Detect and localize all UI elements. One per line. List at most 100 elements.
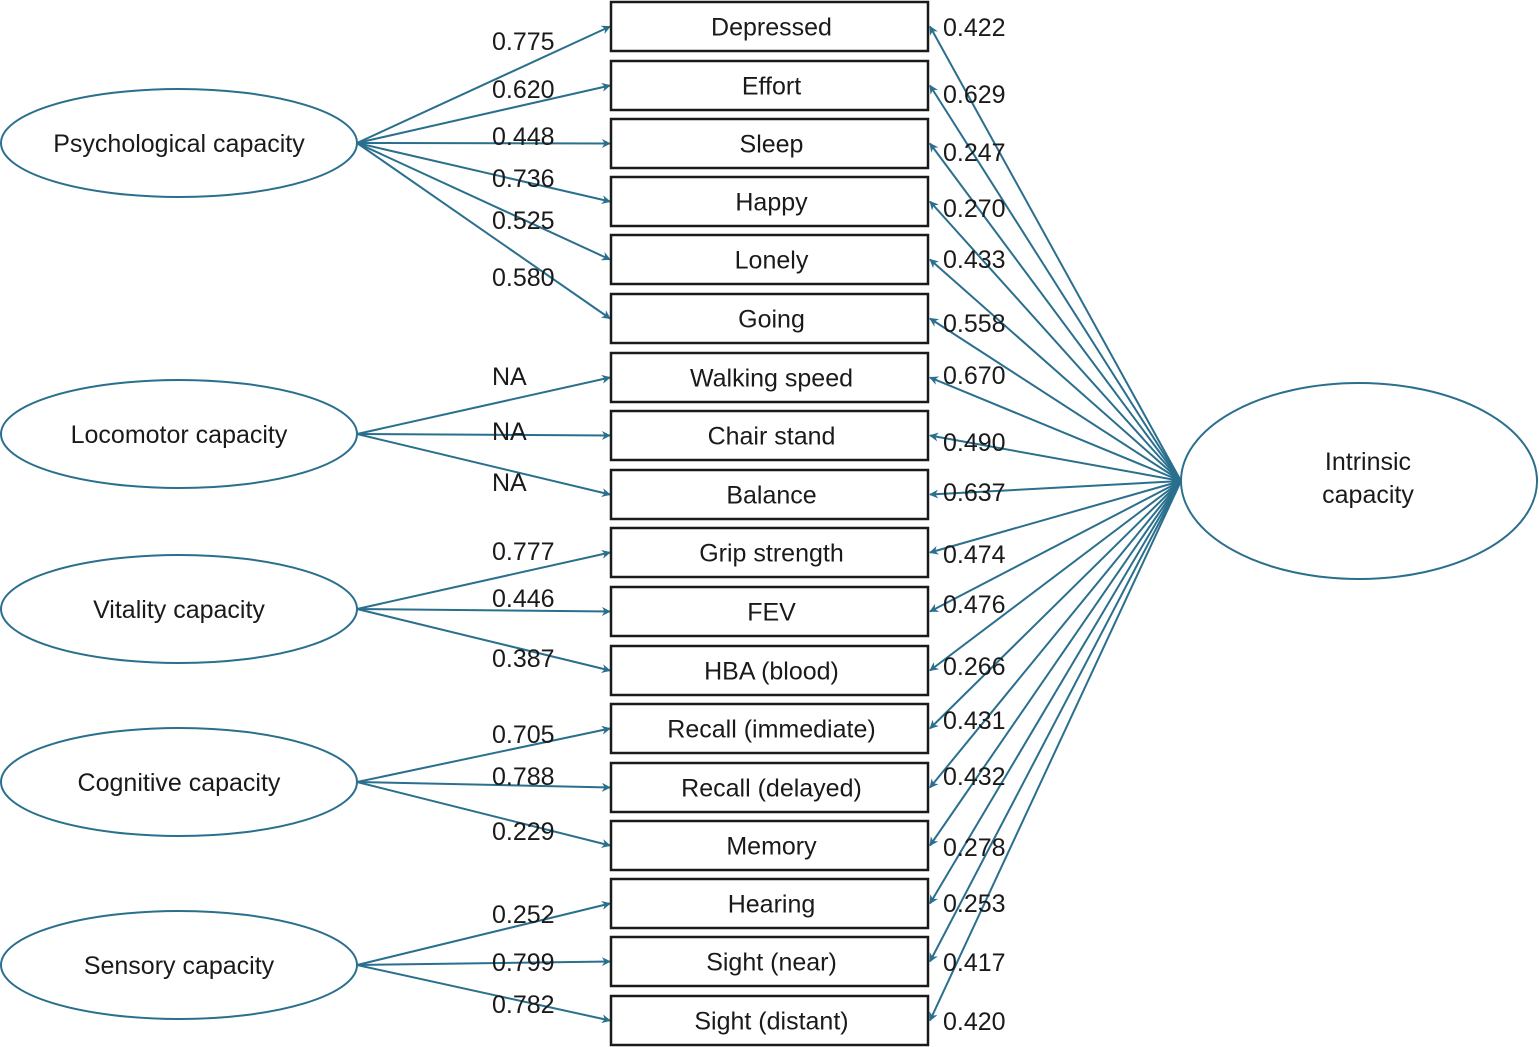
domain-loading-effort: 0.620 — [492, 76, 555, 104]
domain-loading-chair-stand: NA — [492, 418, 527, 446]
domain-edge-hba-blood — [356, 608, 611, 673]
general-loading-depressed: 0.422 — [943, 14, 1006, 42]
intrinsic-capacity-label-line2: capacity — [1322, 481, 1414, 509]
domain-edge-going — [356, 142, 611, 320]
domain-edge-lonely — [356, 142, 611, 261]
indicator-label-hba-blood: HBA (blood) — [704, 658, 839, 686]
domain-edge-memory — [356, 781, 611, 848]
general-loading-sight-distant: 0.420 — [943, 1008, 1006, 1036]
domain-edge-sight-distant — [356, 964, 611, 1024]
indicator-label-hearing: Hearing — [728, 891, 816, 919]
general-loading-effort: 0.629 — [943, 81, 1006, 109]
latent-factor-vital: Vitality capacity — [0, 554, 358, 664]
indicator-effort: Effort — [609, 59, 930, 112]
cog-label: Cognitive capacity — [78, 769, 281, 797]
general-loading-hba-blood: 0.266 — [943, 653, 1006, 681]
general-loading-recall-immediate: 0.431 — [943, 707, 1006, 735]
indicator-chair-stand: Chair stand — [609, 409, 930, 462]
domain-loading-grip-strength: 0.777 — [492, 538, 555, 566]
indicator-balance: Balance — [609, 468, 930, 521]
indicator-label-lonely: Lonely — [735, 247, 809, 275]
indicator-recall-delayed: Recall (delayed) — [609, 761, 930, 814]
indicator-hba-blood: HBA (blood) — [609, 644, 930, 697]
indicator-label-recall-delayed: Recall (delayed) — [681, 775, 862, 803]
intrinsic-capacity-label-line1: Intrinsic — [1325, 448, 1411, 476]
general-loading-fev: 0.476 — [943, 591, 1006, 619]
domain-edge-depressed — [356, 25, 611, 144]
general-loading-hearing: 0.253 — [943, 890, 1006, 918]
domain-loading-balance: NA — [492, 469, 527, 497]
latent-factor-psych: Psychological capacity — [0, 88, 358, 198]
indicator-label-happy: Happy — [735, 189, 808, 217]
indicator-label-depressed: Depressed — [711, 14, 832, 42]
domain-edge-balance — [356, 433, 611, 497]
general-edge-recall-delayed — [929, 480, 1182, 789]
domain-loading-recall-delayed: 0.788 — [492, 763, 555, 791]
general-loading-walking-speed: 0.670 — [943, 362, 1006, 390]
general-loading-sight-near: 0.417 — [943, 949, 1006, 977]
indicator-fev: FEV — [609, 585, 930, 638]
general-loading-grip-strength: 0.474 — [943, 541, 1006, 569]
domain-edge-walking-speed — [356, 374, 611, 435]
indicator-label-grip-strength: Grip strength — [699, 540, 844, 568]
latent-factor-ellipses: Psychological capacity Locomotor capacity… — [0, 88, 358, 1020]
domain-loading-edges — [356, 25, 611, 1024]
indicator-label-effort: Effort — [742, 73, 801, 101]
indicator-label-sleep: Sleep — [740, 131, 804, 159]
domain-loading-memory: 0.229 — [492, 818, 555, 846]
general-loading-lonely: 0.433 — [943, 246, 1006, 274]
indicator-boxes: Depressed Effort Sleep Happy Lonely Going Walk… — [609, 0, 930, 1047]
indicator-grip-strength: Grip strength — [609, 526, 930, 579]
indicator-label-going: Going — [738, 306, 805, 334]
general-loading-chair-stand: 0.490 — [943, 429, 1006, 457]
general-edge-hba-blood — [929, 480, 1182, 672]
domain-loading-depressed: 0.775 — [492, 28, 555, 56]
domain-edge-sleep — [356, 138, 611, 148]
domain-loading-hba-blood: 0.387 — [492, 645, 555, 673]
indicator-label-walking-speed: Walking speed — [690, 365, 853, 393]
general-loading-balance: 0.637 — [943, 479, 1006, 507]
domain-loading-sleep: 0.448 — [492, 123, 555, 151]
domain-edge-effort — [356, 82, 611, 144]
general-loading-happy: 0.270 — [943, 195, 1006, 223]
indicator-walking-speed: Walking speed — [609, 351, 930, 404]
domain-loading-labels: 0.775 0.620 0.448 0.736 0.525 0.580 NA NA NA 0.77… — [492, 28, 555, 1019]
indicator-sleep: Sleep — [609, 117, 930, 170]
indicator-label-memory: Memory — [726, 833, 817, 861]
indicator-label-recall-immediate: Recall (immediate) — [667, 716, 875, 744]
domain-edge-hearing — [356, 901, 611, 966]
indicator-label-balance: Balance — [726, 482, 816, 510]
domain-edge-recall-immediate — [356, 725, 611, 783]
sens-label: Sensory capacity — [84, 952, 275, 980]
indicator-memory: Memory — [609, 819, 930, 872]
general-loading-memory: 0.278 — [943, 834, 1006, 862]
general-loading-sleep: 0.247 — [943, 139, 1006, 167]
indicator-label-sight-distant: Sight (distant) — [694, 1008, 848, 1036]
indicator-label-chair-stand: Chair stand — [708, 423, 836, 451]
latent-factor-sens: Sensory capacity — [0, 910, 358, 1020]
indicator-label-sight-near: Sight (near) — [706, 949, 837, 977]
indicator-depressed: Depressed — [609, 0, 930, 53]
domain-loading-going: 0.580 — [492, 264, 555, 292]
indicator-lonely: Lonely — [609, 233, 930, 286]
indicator-going: Going — [609, 292, 930, 345]
domain-loading-fev: 0.446 — [492, 585, 555, 613]
general-loading-recall-delayed: 0.432 — [943, 763, 1006, 791]
sem-diagram: Depressed Effort Sleep Happy Lonely Going Walk… — [0, 0, 1538, 1047]
indicator-sight-near: Sight (near) — [609, 935, 930, 988]
indicator-label-fev: FEV — [747, 599, 796, 627]
general-loading-labels: 0.422 0.629 0.247 0.270 0.433 0.558 0.670 0.490… — [943, 14, 1006, 1036]
psych-label: Psychological capacity — [53, 130, 305, 158]
domain-loading-lonely: 0.525 — [492, 207, 555, 235]
domain-edge-happy — [356, 142, 611, 205]
indicator-hearing: Hearing — [609, 877, 930, 930]
general-loading-going: 0.558 — [943, 310, 1006, 338]
domain-edge-recall-delayed — [356, 781, 611, 792]
domain-edge-chair-stand — [356, 430, 611, 440]
domain-loading-hearing: 0.252 — [492, 901, 555, 929]
domain-loading-sight-distant: 0.782 — [492, 991, 555, 1019]
latent-factor-loco: Locomotor capacity — [0, 379, 358, 489]
domain-loading-sight-near: 0.799 — [492, 949, 555, 977]
domain-loading-walking-speed: NA — [492, 363, 527, 391]
domain-loading-recall-immediate: 0.705 — [492, 721, 555, 749]
